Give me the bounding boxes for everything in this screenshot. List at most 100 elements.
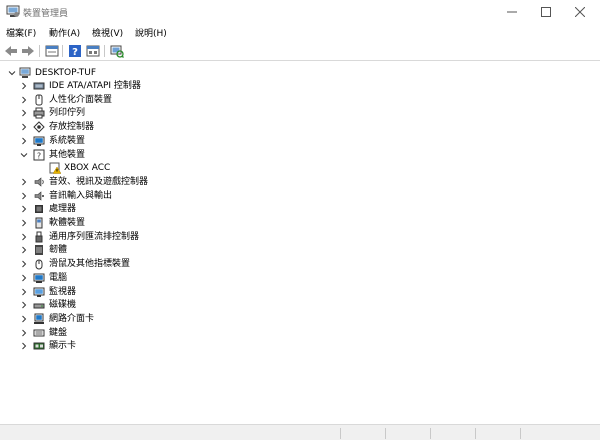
menu-bar: 檔案(F) 動作(A) 檢視(V) 說明(H) (0, 24, 600, 41)
tree-category[interactable]: 韌體 (0, 244, 600, 257)
view-icon[interactable] (86, 44, 100, 58)
tree-item-label: 音效、視訊及遊戲控制器 (49, 176, 149, 187)
disk-drive-icon (33, 303, 45, 309)
minimize-button[interactable] (496, 0, 528, 24)
chevron-down-icon[interactable] (8, 69, 16, 77)
system-devices-icon (33, 136, 45, 146)
tree-category[interactable]: 鍵盤 (0, 327, 600, 340)
hid-icon (35, 94, 43, 106)
minimize-icon (507, 11, 517, 13)
tree-category[interactable]: 磁碟機 (0, 299, 600, 312)
chevron-right-icon[interactable] (20, 178, 28, 186)
software-device-icon (35, 217, 43, 229)
tree-category[interactable]: 存放控制器 (0, 121, 600, 134)
chevron-right-icon[interactable] (20, 205, 28, 213)
device-manager-app-icon (6, 5, 20, 17)
tree-item-label: IDE ATA/ATAPI 控制器 (49, 81, 141, 91)
svg-text:?: ? (37, 151, 41, 160)
tree-item-label: 監視器 (49, 286, 77, 297)
tree-item-label: 滑鼠及其他指標裝置 (49, 259, 131, 270)
tree-category[interactable]: 音訊輸入與輸出 (0, 190, 600, 203)
tree-category[interactable]: 網路介面卡 (0, 313, 600, 326)
maximize-button[interactable] (530, 0, 562, 24)
chevron-right-icon[interactable] (20, 288, 28, 296)
device-tree: DESKTOP-TUF IDE ATA/ATAPI 控制器 人性化介面裝置列印佇列… (0, 62, 600, 424)
tree-item-label: 通用序列匯流排控制器 (49, 231, 140, 242)
tree-child-device[interactable]: XBOX ACC (0, 162, 600, 175)
usb-controller-icon (35, 231, 43, 243)
tree-item-label: 顯示卡 (49, 341, 77, 352)
tree-category[interactable]: 列印佇列 (0, 107, 600, 120)
tree-item-label: 鍵盤 (49, 327, 68, 338)
keyboard-icon (33, 329, 45, 337)
chevron-right-icon[interactable] (20, 82, 28, 90)
computer-icon (33, 273, 45, 283)
chevron-right-icon[interactable] (20, 342, 28, 350)
tree-category[interactable]: 軟體裝置 (0, 217, 600, 230)
tree-category[interactable]: 音效、視訊及遊戲控制器 (0, 176, 600, 189)
tree-category[interactable]: 監視器 (0, 286, 600, 299)
tree-category[interactable]: 滑鼠及其他指標裝置 (0, 258, 600, 271)
chevron-down-icon[interactable] (20, 151, 28, 159)
maximize-icon (541, 7, 551, 17)
chevron-right-icon[interactable] (20, 219, 28, 227)
chevron-right-icon[interactable] (20, 109, 28, 117)
chevron-right-icon[interactable] (20, 233, 28, 241)
tree-item-label: 軟體裝置 (49, 218, 86, 228)
sound-icon (34, 177, 44, 187)
computer-root-icon (19, 67, 31, 78)
tree-category[interactable]: 通用序列匯流排控制器 (0, 231, 600, 244)
toolbar-separator (104, 45, 105, 57)
scan-hardware-icon[interactable] (110, 44, 124, 58)
tree-item-label: 人性化介面裝置 (49, 94, 113, 105)
help-icon[interactable]: ? (68, 44, 82, 58)
tree-category[interactable]: 處理器 (0, 203, 600, 216)
storage-controller-icon (33, 121, 45, 133)
firmware-icon (35, 245, 43, 256)
chevron-right-icon[interactable] (20, 315, 28, 323)
mouse-icon (35, 259, 43, 270)
title-bar: 裝置管理員 (0, 0, 600, 24)
chevron-right-icon[interactable] (20, 274, 28, 282)
tree-category[interactable]: 人性化介面裝置 (0, 94, 600, 107)
status-divider (385, 428, 386, 439)
chevron-right-icon[interactable] (20, 192, 28, 200)
tree-category[interactable]: IDE ATA/ATAPI 控制器 (0, 80, 600, 93)
tree-category[interactable]: 電腦 (0, 272, 600, 285)
tree-item-label: 音訊輸入與輸出 (49, 190, 113, 201)
ide-controller-icon (33, 82, 45, 90)
tree-item-label: XBOX ACC (64, 163, 111, 174)
tree-category[interactable]: ? 其他裝置 (0, 149, 600, 162)
tree-item-label: 電腦 (49, 272, 68, 283)
status-divider (340, 428, 341, 439)
chevron-right-icon[interactable] (20, 329, 28, 337)
close-button[interactable] (564, 0, 596, 24)
toolbar-separator (39, 45, 40, 57)
tree-category[interactable]: 顯示卡 (0, 340, 600, 353)
properties-icon[interactable] (45, 44, 59, 58)
network-adapter-icon (34, 313, 44, 324)
tree-category[interactable]: 系統裝置 (0, 135, 600, 148)
chevron-right-icon[interactable] (20, 260, 28, 268)
close-icon (575, 7, 585, 17)
menu-view[interactable]: 檢視(V) (92, 26, 123, 39)
display-adapter-icon (33, 342, 45, 350)
toolbar-separator (62, 45, 63, 57)
monitor-icon (33, 287, 45, 297)
menu-file[interactable]: 檔案(F) (6, 26, 36, 39)
svg-text:?: ? (72, 47, 78, 58)
chevron-right-icon[interactable] (20, 137, 28, 145)
back-arrow-icon[interactable] (4, 44, 18, 58)
status-bar (0, 424, 600, 440)
tree-item-label: 系統裝置 (49, 135, 86, 146)
menu-action[interactable]: 動作(A) (49, 26, 80, 39)
unknown-device-warning-icon (49, 162, 61, 174)
forward-arrow-icon[interactable] (21, 44, 35, 58)
chevron-right-icon[interactable] (20, 96, 28, 104)
menu-help[interactable]: 說明(H) (135, 26, 167, 39)
chevron-right-icon[interactable] (20, 246, 28, 254)
chevron-right-icon[interactable] (20, 301, 28, 309)
status-divider (475, 428, 476, 439)
tree-root[interactable]: DESKTOP-TUF (0, 67, 600, 80)
chevron-right-icon[interactable] (20, 123, 28, 131)
